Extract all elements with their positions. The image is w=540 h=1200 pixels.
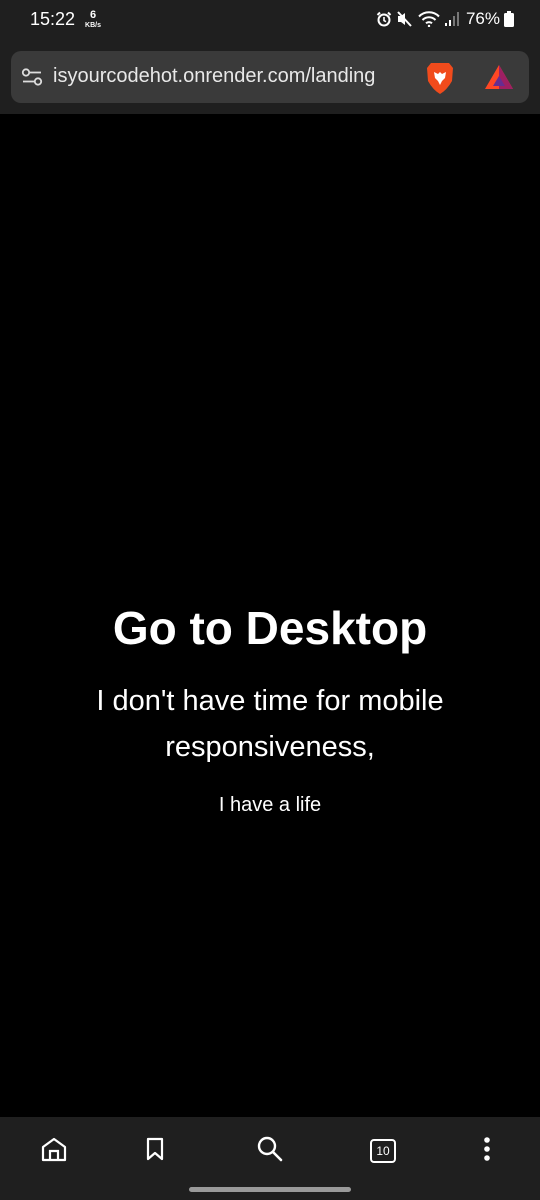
site-settings-icon[interactable] [21,67,43,92]
brave-shields-icon[interactable] [425,61,455,100]
status-time: 15:22 [30,9,76,29]
url-text[interactable]: isyourcodehot.onrender.com/landing [53,65,375,88]
status-bar: 15:22 6 KB/s 76% [0,0,540,40]
network-speed-value: 6 [89,9,97,21]
network-speed: 6 KB/s [82,9,104,30]
page-note: I have a life [218,794,322,816]
message-block: Go to Desktop I don't have time for mobi… [0,600,540,817]
page-heading: Go to Desktop [112,602,428,654]
battery-icon [504,11,514,27]
search-icon [256,1135,284,1168]
search-button[interactable] [250,1131,290,1171]
bookmarks-button[interactable] [135,1131,175,1171]
battery-percent: 76% [465,9,500,28]
bottom-toolbar: 10 [0,1117,540,1200]
bookmark-icon [145,1137,165,1166]
status-icons: 76% [376,8,514,30]
browser-toolbar: isyourcodehot.onrender.com/landing [0,40,540,114]
wifi-icon [418,11,440,27]
gesture-handle[interactable] [189,1187,351,1192]
signal-icon [444,11,460,27]
page-content: Go to Desktop I don't have time for mobi… [0,114,540,1117]
home-button[interactable] [34,1131,74,1171]
alarm-icon [376,11,392,27]
more-icon [483,1136,491,1167]
page-subheading: I don't have time for mobile responsiven… [96,685,444,763]
tabs-icon: 10 [370,1139,396,1163]
address-bar[interactable]: isyourcodehot.onrender.com/landing [11,51,529,103]
mute-icon [396,11,414,27]
bat-rewards-icon[interactable] [483,63,515,96]
more-menu-button[interactable] [467,1131,507,1171]
home-icon [40,1136,68,1167]
tabs-button[interactable]: 10 [363,1131,403,1171]
network-speed-unit: KB/s [85,22,101,29]
